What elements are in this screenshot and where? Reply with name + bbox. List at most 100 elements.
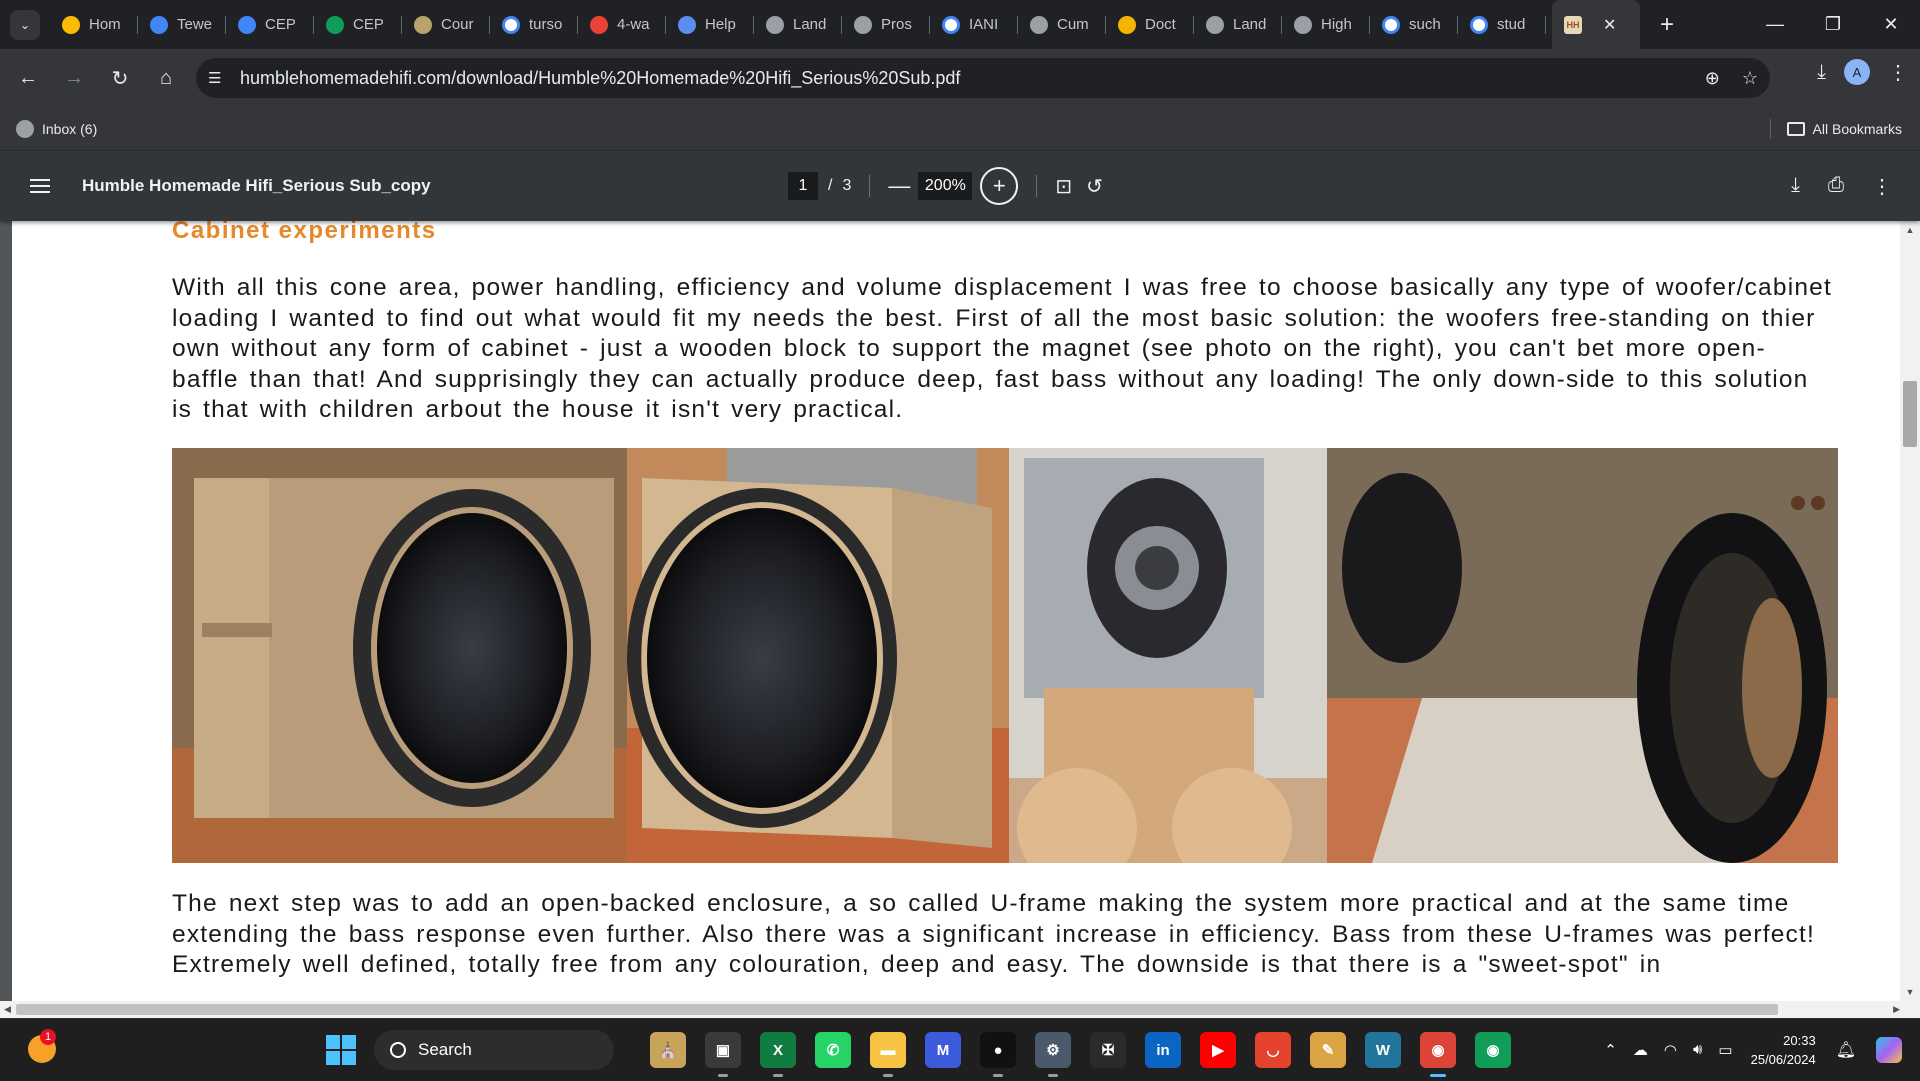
volume-icon[interactable]: 🔊︎ [1693,1041,1702,1059]
notification-bell-icon[interactable]: 🔔︎ [1836,1040,1856,1060]
profile-avatar[interactable]: A [1844,59,1870,85]
wifi-icon[interactable]: ◠ [1664,1041,1677,1059]
bookmark-star-icon[interactable]: ☆ [1742,68,1758,89]
page-separator: / [828,177,833,194]
browser-menu-icon[interactable]: ⋮ [1888,60,1908,85]
humble-homemade-hifi-icon: HH [1564,15,1582,34]
browser-tab[interactable]: Land [1194,0,1282,49]
browser-tab[interactable]: stud [1458,0,1546,49]
site-info-icon[interactable]: ☰ [208,69,236,87]
browser-tab-label: Land [1233,16,1267,33]
taskbar-search[interactable]: Search [374,1030,614,1070]
browser-tab[interactable]: CEP [226,0,314,49]
browser-tab-label: High [1321,16,1352,33]
browser-tab-label: CEP [265,16,296,33]
zoom-icon[interactable]: ⊕ [1705,68,1720,89]
reload-button[interactable]: ↻ [100,59,140,99]
clock-date: 25/06/2024 [1750,1052,1816,1067]
task-view-icon[interactable]: ▣ [705,1032,741,1077]
scroll-down-arrow-icon[interactable]: ▼ [1900,987,1920,997]
whatsapp-icon[interactable]: ✆ [815,1032,851,1068]
show-hidden-icons-icon[interactable]: ⌃ [1604,1041,1617,1059]
vertical-scroll-thumb[interactable] [1903,381,1917,447]
browser-tab[interactable]: turso [490,0,578,49]
pdf-download-icon[interactable]: ⤓ [1791,174,1800,199]
bookmark-inbox[interactable]: Inbox (6) [16,120,97,138]
fit-to-page-icon[interactable]: ⊡ [1055,174,1072,199]
browser-tab[interactable]: Pros [842,0,930,49]
copilot-icon[interactable] [1876,1037,1902,1063]
mathway-icon[interactable]: M [925,1032,961,1068]
excel-icon[interactable]: X [760,1032,796,1077]
pdf-title: Humble Homemade Hifi_Serious Sub_copy [82,176,431,195]
paragraph-2: The next step was to add an open-backed … [172,890,1816,978]
scroll-right-arrow-icon[interactable]: ▶ [1893,1001,1900,1018]
browser-tab[interactable]: Cum [1018,0,1106,49]
minimize-button[interactable]: — [1746,0,1804,49]
url-text[interactable]: humblehomemadehifi.com/download/Humble%2… [240,68,960,89]
browser-tab-label: Land [793,16,827,33]
clock[interactable]: 20:33 25/06/2024 [1751,1031,1816,1069]
window-controls: — ❐ ✕ [1746,0,1920,49]
all-bookmarks[interactable]: All Bookmarks [1769,119,1902,139]
google-docs-icon [238,15,256,34]
browser-tab[interactable]: Hom [50,0,138,49]
chrome-profile-a-icon[interactable]: ◉ [1420,1032,1456,1077]
start-button[interactable] [326,1035,356,1065]
new-tab-button[interactable]: + [1660,11,1674,39]
horizontal-scroll-thumb[interactable] [16,1004,1778,1015]
google-icon [502,15,520,34]
address-bar[interactable]: ☰ humblehomemadehifi.com/download/Humble… [196,58,1770,98]
restore-button[interactable]: ❐ [1804,0,1862,49]
chrome-profile-d-icon[interactable]: ◉ [1475,1032,1511,1068]
google-icon [942,15,960,34]
pinned-apps: ⛪ ▣ X ✆ ▬ M ● ⚙ ✠ in ▶ ◡ ✎ W ◉ ◉ [650,1032,1511,1077]
rotate-icon[interactable]: ↺ [1086,174,1103,199]
browser-tab[interactable]: Doct [1106,0,1194,49]
browser-tab[interactable]: 4-wa [578,0,666,49]
onedrive-icon[interactable]: ☁ [1633,1041,1648,1059]
browser-tab[interactable]: Tewe [138,0,226,49]
browser-tab[interactable]: High [1282,0,1370,49]
office-red-icon[interactable]: ◡ [1255,1032,1291,1068]
wordpress-icon[interactable]: W [1365,1032,1401,1068]
tab-active[interactable]: HH ✕ [1552,0,1640,49]
forward-button[interactable]: → [54,59,94,99]
pdf-toolbar: Humble Homemade Hifi_Serious Sub_copy 1 … [0,151,1920,221]
hamburger-menu-icon[interactable] [30,179,50,193]
zoom-level-input[interactable]: 200% [918,172,973,200]
file-explorer-icon[interactable]: ▬ [870,1032,906,1077]
page-total: 3 [842,177,852,194]
pdf-more-icon[interactable]: ⋮ [1872,174,1892,199]
zoom-in-button[interactable]: + [980,167,1019,205]
youtube-icon[interactable]: ▶ [1200,1032,1236,1068]
vertical-scrollbar[interactable]: ▲ ▼ [1900,221,1920,1001]
notes-app-icon[interactable]: ✎ [1310,1032,1346,1068]
browser-tab[interactable]: such [1370,0,1458,49]
browser-tab[interactable]: IANI [930,0,1018,49]
scroll-left-arrow-icon[interactable]: ◀ [4,1001,11,1018]
browser-tab[interactable]: CEP [314,0,402,49]
zoom-out-button[interactable]: — [888,173,910,199]
battery-icon[interactable]: ▭ [1718,1041,1732,1059]
close-window-button[interactable]: ✕ [1862,0,1920,49]
page-number-input[interactable]: 1 [788,172,818,200]
back-button[interactable]: ← [8,59,48,99]
linkedin-icon[interactable]: in [1145,1032,1181,1068]
browser-tab[interactable]: Land [754,0,842,49]
pdf-viewer[interactable]: Cabinet experiments With all this cone a… [0,221,1920,1001]
settings-icon[interactable]: ⚙ [1035,1032,1071,1077]
cathedral-widget-icon[interactable]: ⛪ [650,1032,686,1068]
home-button[interactable]: ⌂ [146,59,186,99]
close-tab-icon[interactable]: ✕ [1603,15,1616,35]
browser-tab[interactable]: Help [666,0,754,49]
scroll-up-arrow-icon[interactable]: ▲ [1900,225,1920,235]
tab-search-button[interactable]: ⌄ [10,9,40,40]
download-icon[interactable]: ⤓ [1817,61,1826,84]
school-crest-icon[interactable]: ✠ [1090,1032,1126,1068]
red-app-icon[interactable]: ● [980,1032,1016,1077]
print-icon[interactable]: ⎙ [1828,174,1844,199]
browser-tab[interactable]: Cour [402,0,490,49]
tab-strip: ⌄ Hom Tewe CEP CEP Cour turso 4-wa Help Land Pros… [0,0,1920,49]
horizontal-scrollbar[interactable]: ◀ ▶ [0,1001,1920,1018]
